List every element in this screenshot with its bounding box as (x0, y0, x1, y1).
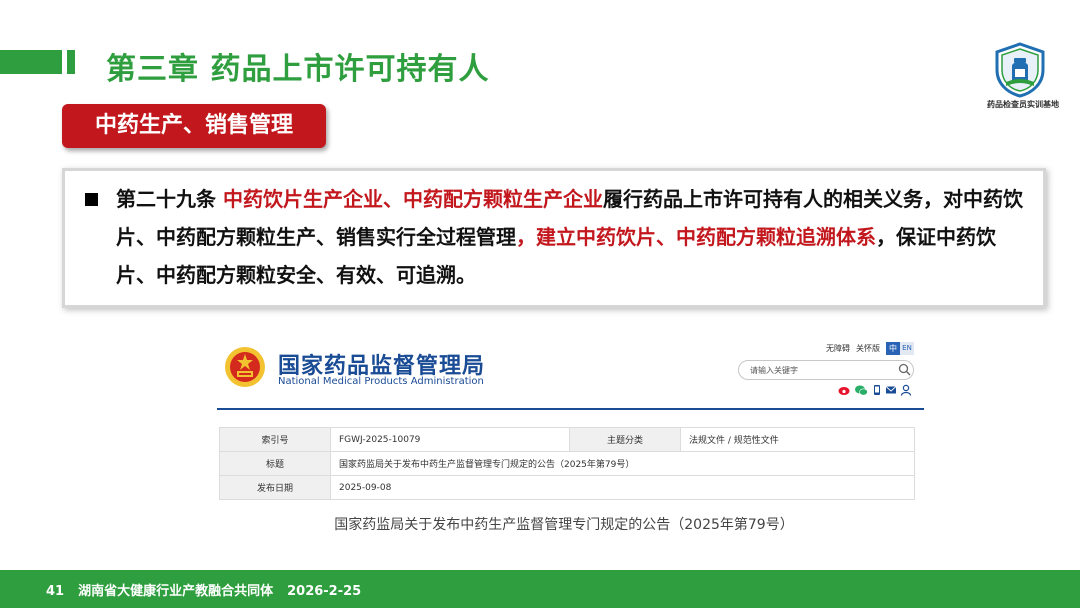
national-emblem-icon (225, 347, 265, 387)
article-highlight-subject: 中药饮片生产企业、中药配方颗粒生产企业 (222, 187, 603, 211)
category-value: 法规文件 / 规范性文件 (680, 427, 915, 452)
title-label: 标题 (219, 451, 331, 476)
table-row: 发布日期 2025-09-08 (219, 475, 915, 500)
page-number: 41 (46, 584, 65, 599)
table-row: 索引号 FGWJ-2025-10079 主题分类 法规文件 / 规范性文件 (219, 427, 915, 452)
footer-date: 2026-2-25 (287, 584, 362, 599)
footer-text: 41 湖南省大健康行业产教融合共同体 2026-2-25 (46, 580, 375, 599)
screenshot-caption: 国家药监局关于发布中药生产监督管理专门规定的公告（2025年第79号） (334, 517, 794, 533)
weibo-icon[interactable] (838, 387, 850, 395)
article-highlight-traceability: ，建立中药饮片、中药配方颗粒追溯体系 (516, 225, 876, 249)
social-icons-row (838, 384, 912, 396)
date-label: 发布日期 (219, 475, 331, 500)
title-bar-decoration-small (67, 50, 75, 74)
mobile-icon[interactable] (874, 385, 880, 395)
nmpa-header-divider (217, 408, 924, 410)
index-label: 索引号 (219, 427, 331, 452)
search-placeholder: 请输入关键字 (750, 366, 798, 375)
lang-en-button[interactable]: EN (900, 342, 914, 355)
footer-org: 湖南省大健康行业产教融合共同体 (78, 584, 274, 599)
title-value: 国家药监局关于发布中药生产监督管理专门规定的公告（2025年第79号） (330, 451, 915, 476)
table-row: 标题 国家药监局关于发布中药生产监督管理专门规定的公告（2025年第79号） (219, 451, 915, 476)
lang-cn-button[interactable]: 中 (886, 342, 900, 355)
title-bar-decoration (0, 50, 62, 74)
wechat-icon[interactable] (855, 385, 868, 396)
inspector-shield-logo-icon (995, 42, 1045, 98)
search-icon[interactable] (898, 363, 911, 376)
care-mode-link[interactable]: 关怀版 (856, 344, 880, 353)
chapter-title: 第三章 药品上市许可持有人 (106, 52, 490, 87)
nmpa-top-links: 无障碍 关怀版 (826, 343, 886, 354)
section-label: 中药生产、销售管理 (62, 104, 326, 148)
category-label: 主题分类 (569, 427, 681, 452)
date-value: 2025-09-08 (330, 475, 915, 500)
bullet-square-icon (85, 193, 98, 206)
badge-caption: 药品检查员实训基地 (987, 100, 1059, 109)
article-number: 第二十九条 (116, 187, 223, 211)
document-info-table: 索引号 FGWJ-2025-10079 主题分类 法规文件 / 规范性文件 标题… (219, 427, 915, 500)
index-value: FGWJ-2025-10079 (330, 427, 570, 452)
accessibility-link[interactable]: 无障碍 (826, 344, 850, 353)
email-icon[interactable] (885, 386, 897, 394)
article-text: 第二十九条 中药饮片生产企业、中药配方颗粒生产企业履行药品上市许可持有人的相关义… (116, 180, 1034, 294)
nmpa-site-name-en: National Medical Products Administration (278, 376, 484, 387)
user-icon[interactable] (900, 384, 912, 396)
